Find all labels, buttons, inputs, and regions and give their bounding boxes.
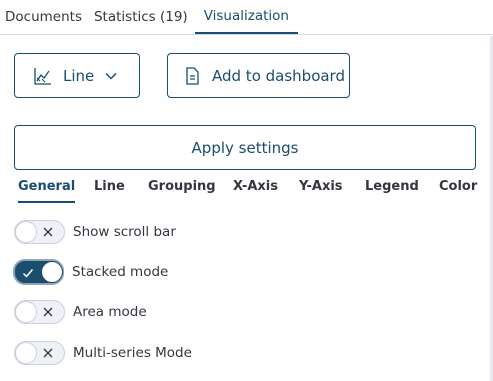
chart-type-button[interactable]: Line	[14, 53, 140, 98]
show-scroll-bar-label: Show scroll bar	[73, 224, 176, 240]
multi-series-mode-toggle[interactable]	[14, 341, 65, 365]
add-to-dashboard-button[interactable]: Add to dashboard	[167, 53, 350, 98]
apply-settings-button[interactable]: Apply settings	[14, 125, 476, 170]
settings-tab-grouping[interactable]: Grouping	[148, 173, 216, 203]
tab-visualization[interactable]: Visualization	[194, 0, 298, 34]
toggle-knob	[41, 261, 63, 283]
cross-icon	[43, 348, 53, 358]
cross-icon	[43, 227, 53, 237]
chart-type-label: Line	[63, 66, 95, 85]
tab-statistics[interactable]: Statistics (19)	[94, 0, 188, 34]
area-mode-toggle[interactable]	[14, 300, 65, 324]
settings-tab-x-axis[interactable]: X-Axis	[233, 173, 278, 203]
toggle-knob	[15, 221, 37, 243]
settings-tab-line[interactable]: Line	[94, 173, 125, 203]
tab-documents[interactable]: Documents	[5, 0, 82, 34]
multi-series-mode-label: Multi-series Mode	[73, 345, 192, 361]
option-show-scroll-bar: Show scroll bar	[14, 220, 176, 244]
settings-tab-y-axis[interactable]: Y-Axis	[299, 173, 343, 203]
option-multi-series-mode: Multi-series Mode	[14, 341, 192, 365]
option-stacked-mode: Stacked mode	[13, 259, 169, 285]
top-tabs: Documents Statistics (19) Visualization	[0, 0, 493, 35]
apply-settings-label: Apply settings	[191, 138, 299, 157]
add-to-dashboard-label: Add to dashboard	[212, 66, 345, 85]
check-icon	[22, 269, 34, 278]
settings-tabs: General Line Grouping X-Axis Y-Axis Lege…	[0, 173, 493, 203]
toggle-knob	[15, 301, 37, 323]
line-chart-icon	[33, 66, 53, 86]
option-area-mode: Area mode	[14, 300, 147, 324]
toggle-knob	[15, 342, 37, 364]
area-mode-label: Area mode	[73, 304, 147, 320]
document-icon	[182, 66, 202, 86]
cross-icon	[43, 307, 53, 317]
chevron-down-icon	[104, 69, 118, 83]
stacked-mode-toggle[interactable]	[13, 259, 64, 285]
settings-tab-general[interactable]: General	[18, 173, 76, 203]
settings-tab-color[interactable]: Color	[439, 173, 477, 203]
settings-tab-legend[interactable]: Legend	[365, 173, 419, 203]
stacked-mode-label: Stacked mode	[72, 264, 169, 280]
show-scroll-bar-toggle[interactable]	[14, 220, 65, 244]
visualization-panel: Documents Statistics (19) Visualization …	[0, 0, 493, 381]
